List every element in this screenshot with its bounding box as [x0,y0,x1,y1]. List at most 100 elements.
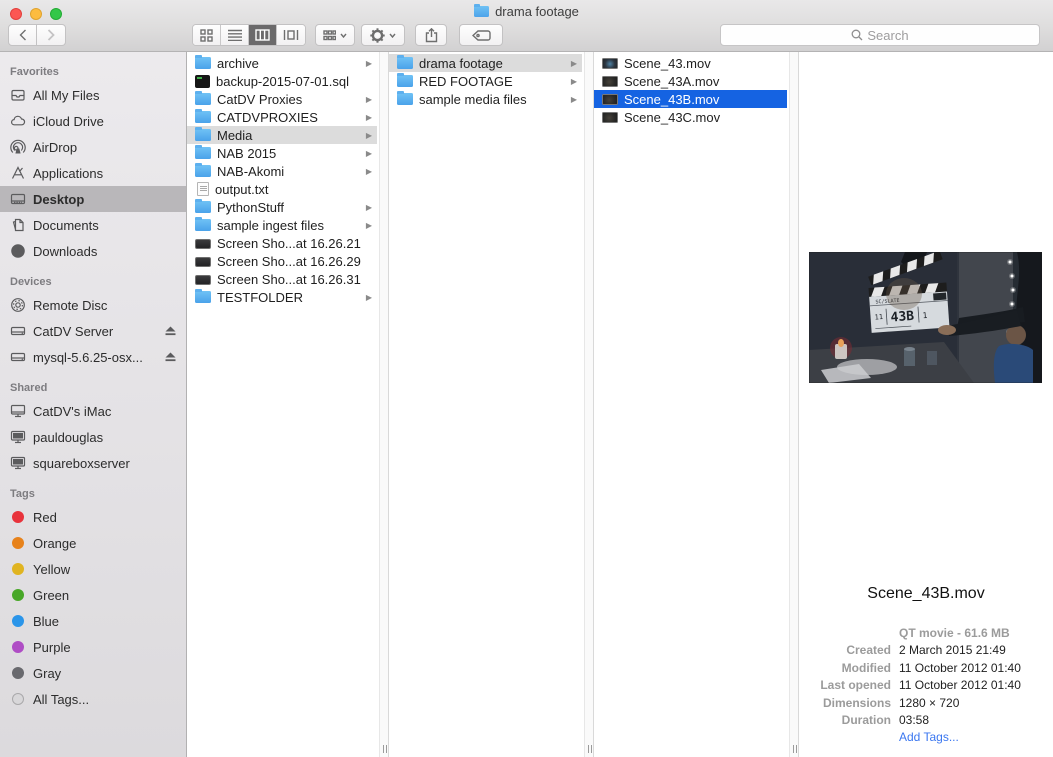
add-tags-link[interactable]: Add Tags... [899,729,959,746]
screenshot-file-icon [195,257,211,267]
sidebar-item-catdvs-imac[interactable]: CatDV's iMac [0,398,186,424]
search-input[interactable]: Search [720,24,1040,46]
icon-view-button[interactable] [193,25,221,45]
file-row-scene-43[interactable]: Scene_43.mov [594,54,787,72]
file-row-pythonstuff[interactable]: PythonStuff▶ [187,198,377,216]
sidebar-item-downloads[interactable]: Downloads [0,238,186,264]
share-button[interactable] [415,24,447,46]
window-title-area: drama footage [0,0,1053,20]
folder-icon [474,6,489,17]
column-scrollbar[interactable] [584,52,594,757]
tag-circle-blue [12,615,24,627]
action-gear-button[interactable] [361,24,405,46]
sidebar: Favorites All My Files iCloud Drive AirD… [0,52,187,757]
coverflow-view-button[interactable] [277,25,305,45]
file-row-catdv-proxies[interactable]: CatDV Proxies▶ [187,90,377,108]
sidebar-tag-green[interactable]: Green [0,582,186,608]
sidebar-item-icloud-drive[interactable]: iCloud Drive [0,108,186,134]
file-row-archive[interactable]: archive▶ [187,54,377,72]
sidebar-tag-blue[interactable]: Blue [0,608,186,634]
column-browser: archive▶ backup-2015-07-01.sql CatDV Pro… [187,52,1053,757]
sidebar-tag-gray[interactable]: Gray [0,660,186,686]
folder-icon [397,93,413,105]
sidebar-item-catdv-server[interactable]: CatDV Server [0,318,186,344]
screenshot-file-icon [195,239,211,249]
sidebar-item-desktop[interactable]: Desktop [0,186,186,212]
section-header-tags: Tags [0,482,186,504]
info-row-kind: QT movie - 61.6 MB [799,625,1053,642]
zoom-button[interactable] [50,8,62,20]
file-row-catdvproxies[interactable]: CATDVPROXIES▶ [187,108,377,126]
file-row-sample-ingest-files[interactable]: sample ingest files▶ [187,216,377,234]
sidebar-item-airdrop[interactable]: AirDrop [0,134,186,160]
column-resize-handle[interactable] [381,745,389,753]
chevron-right-icon: ▶ [571,59,577,68]
file-row-nab-2015[interactable]: NAB 2015▶ [187,144,377,162]
minimize-button[interactable] [30,8,42,20]
file-row-screenshot-3[interactable]: Screen Sho...at 16.26.31 [187,270,377,288]
sidebar-item-remote-disc[interactable]: Remote Disc [0,292,186,318]
back-button[interactable] [8,24,37,46]
file-row-red-footage[interactable]: RED FOOTAGE▶ [389,72,582,90]
column-resize-handle[interactable] [791,745,799,753]
file-row-screenshot-1[interactable]: Screen Sho...at 16.26.21 [187,234,377,252]
svg-text:11: 11 [874,313,883,322]
info-row-created: Created2 March 2015 21:49 [799,642,1053,659]
tag-circle-gray [12,667,24,679]
column-view-button[interactable] [249,25,277,45]
view-mode-control [192,24,306,46]
folder-icon [195,219,211,231]
sidebar-tag-red[interactable]: Red [0,504,186,530]
column-scrollbar[interactable] [789,52,799,757]
file-row-backup-sql[interactable]: backup-2015-07-01.sql [187,72,377,90]
external-drive-icon [10,323,26,339]
section-header-shared: Shared [0,376,186,398]
file-row-screenshot-2[interactable]: Screen Sho...at 16.26.29 [187,252,377,270]
file-row-scene-43a[interactable]: Scene_43A.mov [594,72,787,90]
folder-icon [195,201,211,213]
close-button[interactable] [10,8,22,20]
forward-button[interactable] [37,24,66,46]
sidebar-item-pauldouglas[interactable]: pauldouglas [0,424,186,450]
list-view-button[interactable] [221,25,249,45]
movie-preview-thumbnail[interactable]: SC/SLATE 11 43B 1 [809,252,1042,383]
chevron-right-icon: ▶ [366,221,372,230]
icloud-icon [10,113,26,129]
sidebar-item-documents[interactable]: Documents [0,212,186,238]
eject-icon[interactable] [165,326,176,336]
traffic-lights [10,8,62,20]
window-title: drama footage [495,4,579,19]
file-row-scene-43c[interactable]: Scene_43C.mov [594,108,787,126]
folder-icon [195,147,211,159]
column-resize-handle[interactable] [586,745,594,753]
browser-column-3: Scene_43.mov Scene_43A.mov Scene_43B.mov… [594,52,799,757]
sidebar-item-squareboxserver[interactable]: squareboxserver [0,450,186,476]
file-row-testfolder[interactable]: TESTFOLDER▶ [187,288,377,306]
nav-buttons [8,24,66,46]
info-row-dimensions: Dimensions1280 × 720 [799,695,1053,712]
tag-button[interactable] [459,24,503,46]
file-row-sample-media-files[interactable]: sample media files▶ [389,90,582,108]
chevron-right-icon: ▶ [366,113,372,122]
finder-window: drama footage [0,0,1053,757]
file-row-drama-footage[interactable]: drama footage▶ [389,54,582,72]
chevron-right-icon: ▶ [366,95,372,104]
file-kind-size: QT movie - 61.6 MB [899,625,1010,642]
file-row-nab-akomi[interactable]: NAB-Akomi▶ [187,162,377,180]
sidebar-tag-purple[interactable]: Purple [0,634,186,660]
movie-file-icon [602,94,618,105]
sidebar-item-all-my-files[interactable]: All My Files [0,82,186,108]
column-scrollbar[interactable] [379,52,389,757]
folder-icon [195,165,211,177]
folder-icon [397,75,413,87]
file-row-output-txt[interactable]: output.txt [187,180,377,198]
eject-icon[interactable] [165,352,176,362]
sidebar-tag-yellow[interactable]: Yellow [0,556,186,582]
sidebar-item-mysql-volume[interactable]: mysql-5.6.25-osx... [0,344,186,370]
file-row-media[interactable]: Media▶ [187,126,377,144]
sidebar-item-applications[interactable]: Applications [0,160,186,186]
sidebar-tag-orange[interactable]: Orange [0,530,186,556]
sidebar-item-all-tags[interactable]: All Tags... [0,686,186,712]
file-row-scene-43b[interactable]: Scene_43B.mov [594,90,787,108]
arrange-button[interactable] [315,24,355,46]
